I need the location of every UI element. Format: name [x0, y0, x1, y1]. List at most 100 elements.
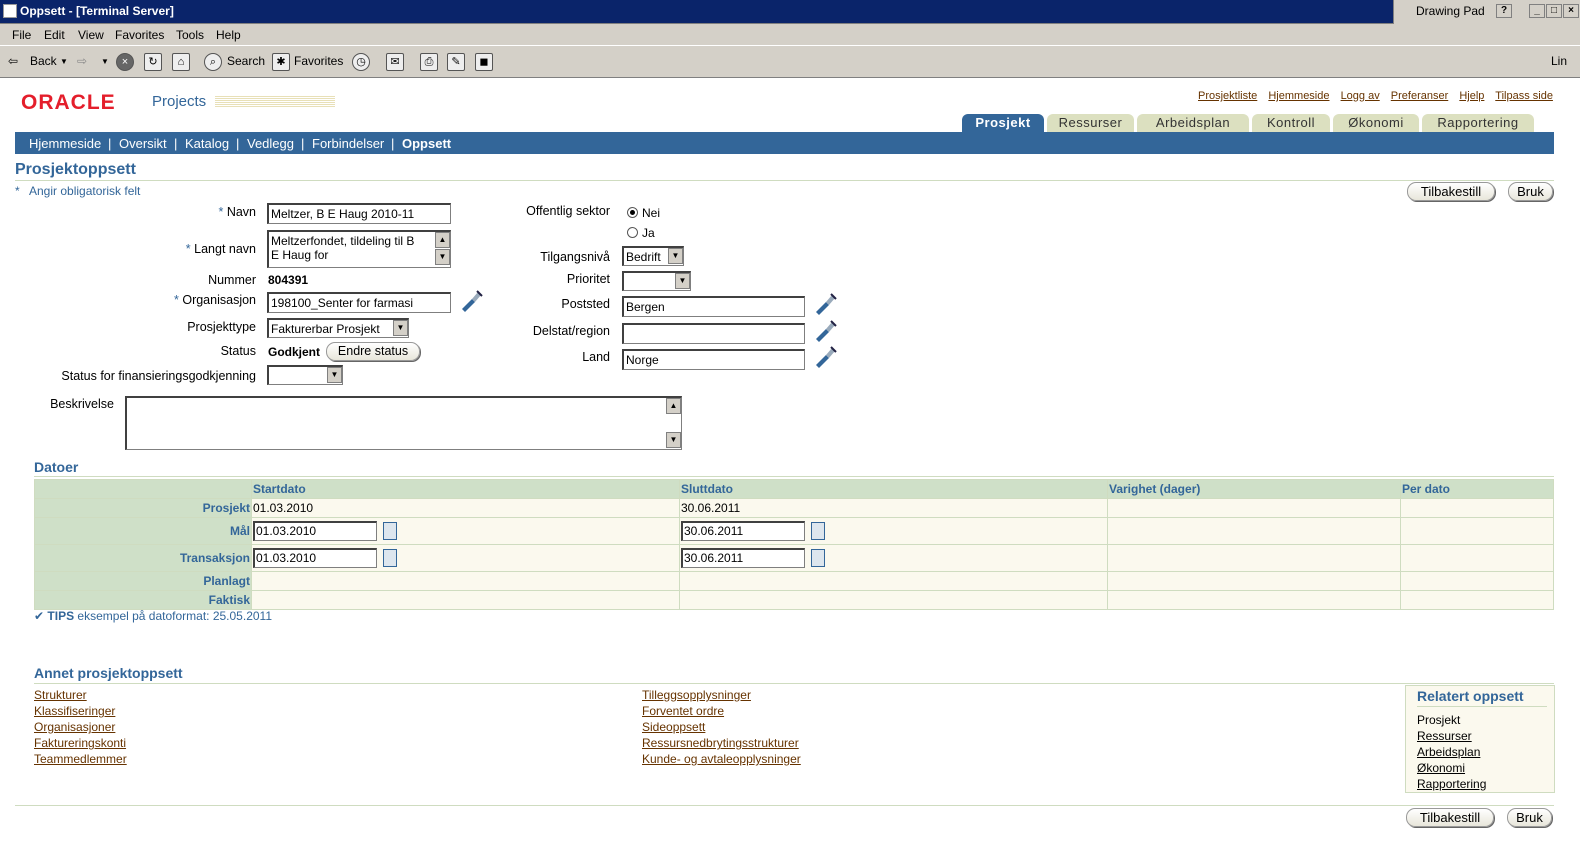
- restore-icon[interactable]: □: [1546, 4, 1562, 18]
- tab-prosjekt[interactable]: Prosjekt: [962, 114, 1044, 132]
- tab-arbeidsplan[interactable]: Arbeidsplan: [1137, 114, 1249, 132]
- history-icon[interactable]: ◷: [352, 53, 370, 71]
- menu-edit[interactable]: Edit: [44, 28, 65, 42]
- subnav-forbindelser[interactable]: Forbindelser: [312, 136, 384, 151]
- calendar-icon[interactable]: [383, 522, 397, 540]
- radio-ja[interactable]: [627, 227, 638, 238]
- finansiering-select[interactable]: ▼: [267, 365, 343, 385]
- link-strukturer[interactable]: Strukturer: [34, 688, 87, 702]
- reset-button[interactable]: Tilbakestill: [1407, 182, 1495, 201]
- link-logg-av[interactable]: Logg av: [1341, 90, 1380, 102]
- mal-varighet: [1107, 517, 1401, 545]
- subnav-oppsett[interactable]: Oppsett: [402, 136, 451, 151]
- mail-icon[interactable]: ✉: [386, 53, 404, 71]
- mal-sluttdato-input[interactable]: 30.06.2011: [681, 521, 805, 541]
- langt-navn-textarea[interactable]: Meltzerfondet, tildeling til B E Haug fo…: [267, 230, 451, 268]
- chevron-down-icon[interactable]: ▼: [675, 273, 690, 289]
- print-icon[interactable]: ⎙: [420, 53, 438, 71]
- link-hjemmeside[interactable]: Hjemmeside: [1268, 90, 1329, 102]
- link-ressursnedbrytingsstrukturer[interactable]: Ressursnedbrytingsstrukturer: [642, 736, 799, 750]
- flashlight-search-icon[interactable]: [459, 290, 483, 312]
- messenger-icon[interactable]: ◼: [475, 53, 493, 71]
- menu-file[interactable]: File: [12, 28, 31, 42]
- chevron-down-icon[interactable]: ▼: [393, 320, 408, 336]
- related-link-rapportering[interactable]: Rapportering: [1417, 777, 1486, 791]
- link-faktureringskonti[interactable]: Faktureringskonti: [34, 736, 126, 750]
- menu-favorites[interactable]: Favorites: [115, 28, 164, 42]
- drawing-pad-label[interactable]: Drawing Pad: [1416, 4, 1485, 18]
- link-prosjektliste[interactable]: Prosjektliste: [1198, 90, 1257, 102]
- subnav-vedlegg[interactable]: Vedlegg: [247, 136, 294, 151]
- prioritet-select[interactable]: ▼: [622, 271, 691, 291]
- subnav-oversikt[interactable]: Oversikt: [119, 136, 167, 151]
- chevron-down-icon[interactable]: ▼: [327, 367, 342, 383]
- tilgangsniva-select[interactable]: Bedrift ▼: [622, 246, 684, 266]
- reset-button-bottom[interactable]: Tilbakestill: [1406, 808, 1494, 827]
- scroll-down-icon[interactable]: ▼: [435, 249, 450, 265]
- scroll-up-icon[interactable]: ▲: [435, 232, 450, 248]
- menu-tools[interactable]: Tools: [176, 28, 204, 42]
- favorites-icon[interactable]: ✱: [272, 53, 290, 71]
- tab-ressurser[interactable]: Ressurser: [1047, 114, 1134, 132]
- beskrivelse-textarea[interactable]: ▲ ▼: [125, 396, 682, 450]
- close-icon[interactable]: ×: [1563, 4, 1579, 18]
- search-button[interactable]: Search: [227, 54, 265, 68]
- calendar-icon[interactable]: [811, 549, 825, 567]
- back-dropdown-icon[interactable]: ▼: [60, 57, 68, 66]
- back-arrow-icon[interactable]: ⇦: [8, 54, 18, 68]
- favorites-button[interactable]: Favorites: [294, 54, 343, 68]
- related-link-arbeidsplan[interactable]: Arbeidsplan: [1417, 745, 1480, 759]
- link-klassifiseringer[interactable]: Klassifiseringer: [34, 704, 115, 718]
- refresh-icon[interactable]: ↻: [144, 53, 162, 71]
- navn-input[interactable]: Meltzer, B E Haug 2010-11: [267, 203, 451, 224]
- flashlight-search-icon[interactable]: [813, 346, 837, 368]
- radio-nei[interactable]: [627, 207, 638, 218]
- forward-icon[interactable]: ⇨: [77, 54, 87, 68]
- link-kunde-avtaleopplysninger[interactable]: Kunde- og avtaleopplysninger: [642, 752, 801, 766]
- link-tilleggsopplysninger[interactable]: Tilleggsopplysninger: [642, 688, 751, 702]
- link-organisasjoner[interactable]: Organisasjoner: [34, 720, 115, 734]
- transaksjon-startdato-input[interactable]: 01.03.2010: [253, 548, 377, 568]
- subnav-katalog[interactable]: Katalog: [185, 136, 229, 151]
- link-preferanser[interactable]: Preferanser: [1391, 90, 1448, 102]
- link-hjelp[interactable]: Hjelp: [1459, 90, 1484, 102]
- forward-dropdown-icon[interactable]: ▼: [101, 57, 109, 66]
- mal-startdato-input[interactable]: 01.03.2010: [253, 521, 377, 541]
- back-button[interactable]: Back: [30, 54, 57, 68]
- delstat-input[interactable]: [622, 323, 805, 344]
- related-link-okonomi[interactable]: Økonomi: [1417, 761, 1465, 775]
- transaksjon-sluttdato-input[interactable]: 30.06.2011: [681, 548, 805, 568]
- subnav-hjemmeside[interactable]: Hjemmeside: [29, 136, 101, 151]
- land-input[interactable]: Norge: [622, 349, 805, 370]
- menu-view[interactable]: View: [78, 28, 104, 42]
- scroll-down-icon[interactable]: ▼: [666, 432, 681, 448]
- link-forventet-ordre[interactable]: Forventet ordre: [642, 704, 724, 718]
- apply-button-bottom[interactable]: Bruk: [1507, 808, 1552, 827]
- home-icon[interactable]: ⌂: [172, 53, 190, 71]
- related-link-ressurser[interactable]: Ressurser: [1417, 729, 1472, 743]
- link-sideoppsett[interactable]: Sideoppsett: [642, 720, 705, 734]
- scroll-up-icon[interactable]: ▲: [666, 398, 681, 414]
- poststed-input[interactable]: Bergen: [622, 296, 805, 317]
- tab-kontroll[interactable]: Kontroll: [1252, 114, 1330, 132]
- stop-icon[interactable]: ×: [116, 53, 134, 71]
- organisasjon-input[interactable]: 198100_Senter for farmasi: [267, 292, 451, 313]
- link-tilpass-side[interactable]: Tilpass side: [1495, 90, 1553, 102]
- minimize-icon[interactable]: _: [1529, 4, 1545, 18]
- help-icon[interactable]: ?: [1496, 4, 1512, 18]
- apply-button[interactable]: Bruk: [1508, 182, 1553, 201]
- edit-icon[interactable]: ✎: [447, 53, 465, 71]
- links-label[interactable]: Lin: [1551, 54, 1567, 68]
- prosjekttype-select[interactable]: Fakturerbar Prosjekt ▼: [267, 318, 409, 338]
- menu-help[interactable]: Help: [216, 28, 241, 42]
- flashlight-search-icon[interactable]: [813, 293, 837, 315]
- flashlight-search-icon[interactable]: [813, 320, 837, 342]
- calendar-icon[interactable]: [811, 522, 825, 540]
- tab-rapportering[interactable]: Rapportering: [1422, 114, 1534, 132]
- tab-okonomi[interactable]: Økonomi: [1333, 114, 1419, 132]
- chevron-down-icon[interactable]: ▼: [668, 248, 683, 264]
- search-icon[interactable]: ⌕: [204, 53, 222, 71]
- calendar-icon[interactable]: [383, 549, 397, 567]
- link-teammedlemmer[interactable]: Teammedlemmer: [34, 752, 127, 766]
- change-status-button[interactable]: Endre status: [326, 342, 420, 361]
